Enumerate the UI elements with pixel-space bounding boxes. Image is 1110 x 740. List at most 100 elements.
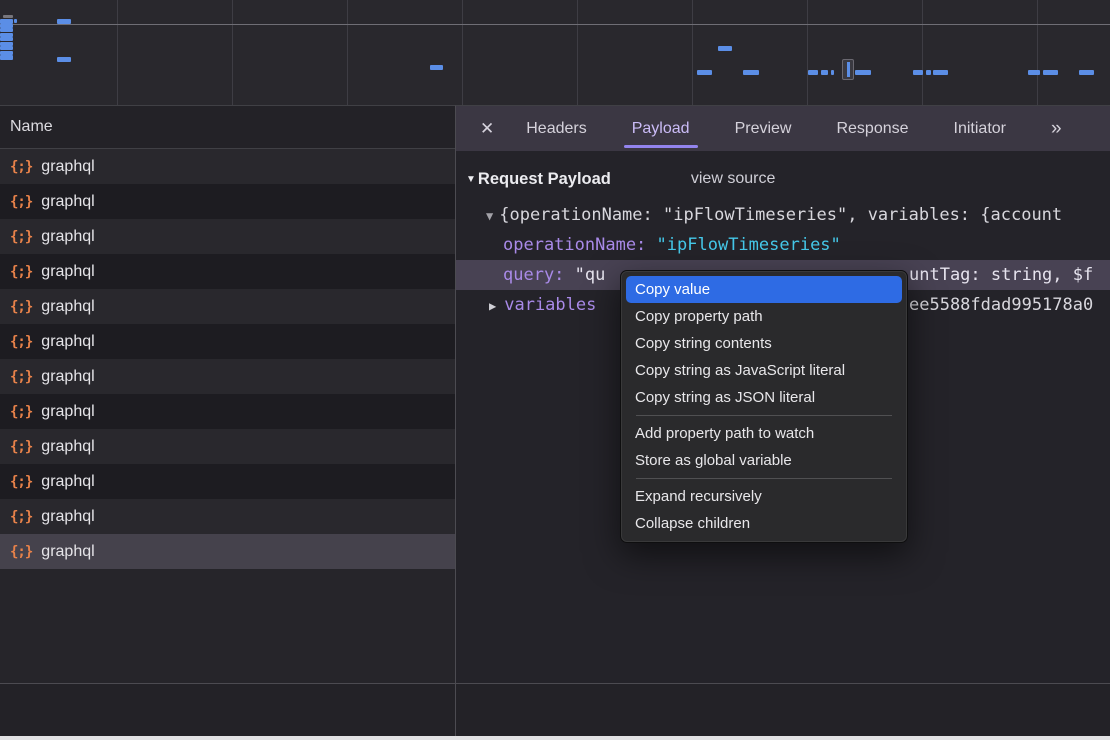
network-activity-bar xyxy=(855,70,871,75)
json-fetch-icon: {;} xyxy=(10,544,32,560)
network-activity-bar xyxy=(831,70,834,75)
network-activity-bar xyxy=(0,37,13,41)
timeline-gridline xyxy=(577,0,578,105)
request-row[interactable]: {;} graphql xyxy=(0,254,455,289)
tab-headers[interactable]: Headers xyxy=(526,106,586,151)
disclosure-triangle-icon[interactable]: ▶ xyxy=(486,299,496,313)
json-fetch-icon: {;} xyxy=(10,334,32,350)
request-row[interactable]: {;} graphql xyxy=(0,394,455,429)
close-icon[interactable]: ✕ xyxy=(480,119,494,139)
request-row[interactable]: {;} graphql xyxy=(0,534,455,569)
details-tab-bar: ✕ Headers Payload Preview Response Initiator… xyxy=(456,106,1110,151)
menu-separator xyxy=(636,478,892,479)
property-value-right: untTag: string, $f xyxy=(909,260,1093,290)
request-row[interactable]: {;}graphql xyxy=(0,289,455,324)
request-row[interactable]: {;}graphql xyxy=(0,464,455,499)
request-name-label: graphql xyxy=(41,158,94,176)
request-name-label: graphql xyxy=(41,438,94,456)
timeline-gridline xyxy=(692,0,693,105)
context-menu: Copy valueCopy property pathCopy string … xyxy=(620,270,908,543)
network-activity-bar xyxy=(57,19,71,24)
menu-item-add-property-path-to-watch[interactable]: Add property path to watch xyxy=(626,420,902,447)
tree-row-operation-name[interactable]: operationName: "ipFlowTimeseries" xyxy=(456,230,1110,260)
json-fetch-icon: {;} xyxy=(10,404,32,420)
json-fetch-icon: {;} xyxy=(10,229,32,245)
network-activity-bar xyxy=(0,55,13,60)
json-fetch-icon: {;} xyxy=(10,194,32,210)
network-activity-bar xyxy=(913,70,923,75)
tab-payload[interactable]: Payload xyxy=(632,106,690,151)
tab-response[interactable]: Response xyxy=(836,106,908,151)
request-name-label: graphql xyxy=(41,403,94,421)
network-activity-bar xyxy=(821,70,828,75)
property-key: variables xyxy=(504,295,596,315)
json-fetch-icon: {;} xyxy=(10,439,32,455)
menu-item-copy-value[interactable]: Copy value xyxy=(626,276,902,303)
menu-separator xyxy=(636,415,892,416)
property-value: "ipFlowTimeseries" xyxy=(657,235,841,255)
menu-item-collapse-children[interactable]: Collapse children xyxy=(626,510,902,537)
requests-panel: Name {;} graphql {;} graphql {;} graphql {;} gr… xyxy=(0,105,455,683)
request-name-label: graphql xyxy=(41,263,94,281)
devtools-window: { "colors": { "bar_blue": "#5b8ee6", "ic… xyxy=(0,0,1110,740)
column-header-name-label: Name xyxy=(10,118,53,136)
network-activity-bar xyxy=(697,70,712,75)
page-bottom-edge xyxy=(0,736,1110,740)
menu-item-copy-string-as-javascript-literal[interactable]: Copy string as JavaScript literal xyxy=(626,357,902,384)
section-title: Request Payload xyxy=(478,170,611,189)
timeline-gridline xyxy=(462,0,463,105)
menu-item-copy-string-contents[interactable]: Copy string contents xyxy=(626,330,902,357)
network-activity-bar xyxy=(718,46,732,51)
request-row[interactable]: {;} graphql xyxy=(0,219,455,254)
json-fetch-icon: {;} xyxy=(10,509,32,525)
property-key: operationName: xyxy=(503,235,646,255)
request-row[interactable]: {;} graphql xyxy=(0,429,455,464)
json-fetch-icon: {;} xyxy=(10,159,32,175)
tree-row-root-preview[interactable]: ▼{operationName: "ipFlowTimeseries", var… xyxy=(456,200,1110,230)
request-row[interactable]: {;} graphql xyxy=(0,149,455,184)
timeline-gridline xyxy=(232,0,233,105)
request-name-label: graphql xyxy=(41,333,94,351)
disclosure-triangle-icon[interactable]: ▼ xyxy=(486,209,493,223)
timeline-marker-bar xyxy=(847,62,850,77)
json-fetch-icon: {;} xyxy=(10,264,32,280)
json-fetch-icon: {;} xyxy=(10,299,32,315)
request-name-label: graphql xyxy=(41,543,94,561)
network-activity-bar xyxy=(1043,70,1058,75)
menu-item-copy-property-path[interactable]: Copy property path xyxy=(626,303,902,330)
network-activity-bar xyxy=(3,15,13,18)
column-header-name[interactable]: Name xyxy=(0,106,455,149)
network-activity-bar xyxy=(14,19,17,23)
menu-item-copy-string-as-json-literal[interactable]: Copy string as JSON literal xyxy=(626,384,902,411)
menu-item-expand-recursively[interactable]: Expand recursively xyxy=(626,483,902,510)
network-activity-bar xyxy=(0,46,13,50)
collapse-triangle-icon[interactable]: ▼ xyxy=(466,174,476,185)
timeline-gridline xyxy=(922,0,923,105)
menu-item-store-as-global-variable[interactable]: Store as global variable xyxy=(626,447,902,474)
network-activity-bar xyxy=(933,70,948,75)
network-activity-bar xyxy=(1028,70,1040,75)
tab-preview[interactable]: Preview xyxy=(735,106,792,151)
timeline-gridline xyxy=(1037,0,1038,105)
network-activity-bar xyxy=(0,28,13,32)
network-activity-bar xyxy=(743,70,759,75)
network-activity-bar xyxy=(808,70,818,75)
network-activity-bar xyxy=(1079,70,1094,75)
request-name-label: graphql xyxy=(41,228,94,246)
network-overview-timeline[interactable] xyxy=(0,0,1110,105)
json-fetch-icon: {;} xyxy=(10,369,32,385)
request-row[interactable]: {;} graphql xyxy=(0,359,455,394)
view-source-link[interactable]: view source xyxy=(691,170,775,188)
request-name-label: graphql xyxy=(41,368,94,386)
timeline-gridline xyxy=(807,0,808,105)
request-row[interactable]: {;}graphql xyxy=(0,184,455,219)
timeline-gridline xyxy=(117,0,118,105)
request-payload-section-header[interactable]: ▼ Request Payload view source xyxy=(456,164,1110,194)
more-tabs-icon[interactable]: » xyxy=(1051,118,1060,140)
request-row[interactable]: {;} graphql xyxy=(0,324,455,359)
json-fetch-icon: {;} xyxy=(10,474,32,490)
tab-initiator[interactable]: Initiator xyxy=(954,106,1006,151)
network-activity-bar xyxy=(430,65,443,70)
timeline-row-divider xyxy=(0,24,1110,25)
request-row[interactable]: {;}graphql xyxy=(0,499,455,534)
